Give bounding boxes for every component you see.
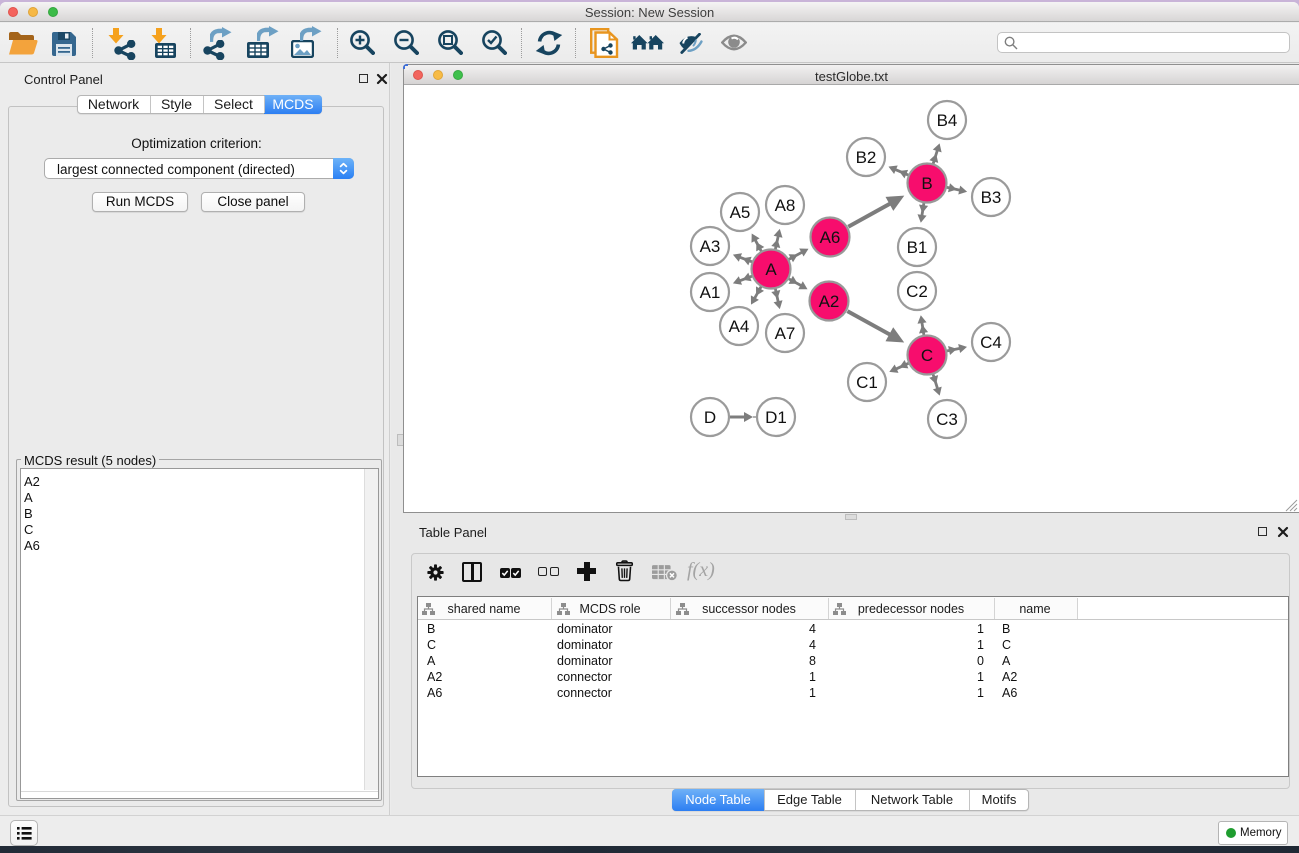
svg-text:C4: C4 [980, 333, 1002, 352]
svg-text:A8: A8 [775, 196, 796, 215]
svg-text:A5: A5 [730, 203, 751, 222]
svg-text:B2: B2 [856, 148, 877, 167]
svg-text:B4: B4 [937, 111, 958, 130]
svg-text:A2: A2 [819, 292, 840, 311]
svg-text:C2: C2 [906, 282, 928, 301]
svg-text:D1: D1 [765, 408, 787, 427]
svg-text:C3: C3 [936, 410, 958, 429]
svg-text:C: C [921, 346, 933, 365]
svg-text:A3: A3 [700, 237, 721, 256]
svg-text:B1: B1 [907, 238, 928, 257]
svg-text:D: D [704, 408, 716, 427]
svg-text:B3: B3 [981, 188, 1002, 207]
svg-text:A4: A4 [729, 317, 750, 336]
svg-text:C1: C1 [856, 373, 878, 392]
svg-text:A1: A1 [700, 283, 721, 302]
svg-text:B: B [921, 174, 932, 193]
svg-text:A6: A6 [820, 228, 841, 247]
svg-text:A: A [765, 260, 777, 279]
svg-text:A7: A7 [775, 324, 796, 343]
